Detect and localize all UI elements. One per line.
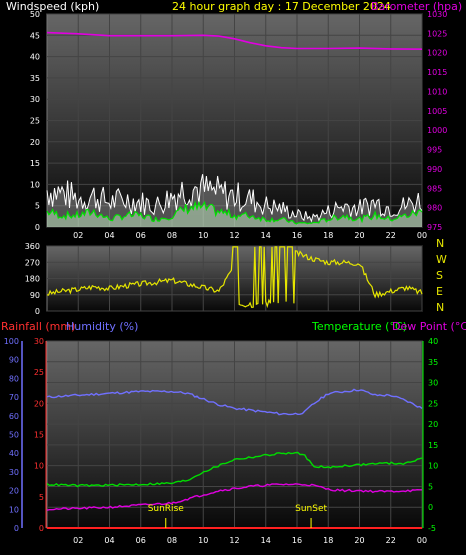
x-tick-label: 14 xyxy=(261,536,271,545)
wind-tick-label: 25 xyxy=(30,117,40,126)
x-tick-label: 12 xyxy=(229,536,239,545)
direction-tick-label: 270 xyxy=(25,258,40,267)
rainfall-tick-label: 20 xyxy=(34,399,44,408)
compass-label: N xyxy=(436,237,444,250)
barometer-tick-label: 1025 xyxy=(427,29,447,38)
barometer-axis-title: Barometer (hpa) xyxy=(371,0,462,13)
barometer-tick-label: 1010 xyxy=(427,87,447,96)
temperature-tick-label: 35 xyxy=(428,358,438,367)
temperature-tick-label: 10 xyxy=(428,462,438,471)
rainfall-tick-label: 25 xyxy=(34,368,44,377)
direction-tick-label: 360 xyxy=(25,242,40,251)
barometer-tick-label: 1020 xyxy=(427,49,447,58)
x-tick-label: 20 xyxy=(354,536,364,545)
wind-tick-label: 30 xyxy=(30,95,40,104)
barometer-tick-label: 980 xyxy=(427,204,442,213)
x-tick-label: 02 xyxy=(73,536,83,545)
humidity-tick-label: 50 xyxy=(9,431,19,440)
wind-tick-label: 20 xyxy=(30,138,40,147)
direction-tick-label: 0 xyxy=(35,307,40,316)
x-tick-label: 22 xyxy=(386,231,396,240)
x-tick-label: 10 xyxy=(198,231,208,240)
compass-label: E xyxy=(436,285,443,298)
temperature-tick-label: -5 xyxy=(428,524,436,533)
humidity-axis-title: Humidity (%) xyxy=(66,320,138,333)
temperature-tick-label: 15 xyxy=(428,441,438,450)
barometer-tick-label: 1005 xyxy=(427,107,447,116)
barometer-tick-label: 985 xyxy=(427,184,442,193)
x-tick-label: 00 xyxy=(417,536,427,545)
x-tick-label: 06 xyxy=(136,536,146,545)
humidity-tick-label: 90 xyxy=(9,356,19,365)
wind-tick-label: 0 xyxy=(35,223,40,232)
x-tick-label: 20 xyxy=(354,231,364,240)
wind-tick-label: 50 xyxy=(30,10,40,19)
humidity-tick-label: 20 xyxy=(9,487,19,496)
direction-tick-label: 180 xyxy=(25,275,40,284)
rainfall-tick-label: 15 xyxy=(34,431,44,440)
weather-24h-chart: Windspeed (kph) 24 hour graph day : 17 D… xyxy=(1,0,466,545)
barometer-tick-label: 990 xyxy=(427,165,442,174)
wind-tick-label: 5 xyxy=(35,202,40,211)
compass-label: N xyxy=(436,301,444,314)
barometer-tick-label: 1030 xyxy=(427,10,447,19)
rainfall-tick-label: 5 xyxy=(39,493,44,502)
rainfall-axis-title: Rainfall (mm) xyxy=(1,320,75,333)
chart-title: 24 hour graph day : 17 December 2024 xyxy=(172,0,391,13)
humidity-tick-label: 70 xyxy=(9,393,19,402)
x-tick-label: 14 xyxy=(261,231,271,240)
wind-tick-label: 35 xyxy=(30,74,40,83)
temperature-tick-label: 30 xyxy=(428,379,438,388)
barometer-tick-label: 975 xyxy=(427,223,442,232)
x-tick-label: 00 xyxy=(417,231,427,240)
direction-tick-label: 90 xyxy=(30,291,40,300)
humidity-tick-label: 0 xyxy=(14,524,19,533)
x-tick-label: 22 xyxy=(386,536,396,545)
temperature-tick-label: 0 xyxy=(428,503,433,512)
rainfall-tick-label: 30 xyxy=(34,337,44,346)
barometer-tick-label: 1015 xyxy=(427,68,447,77)
rainfall-tick-label: 0 xyxy=(39,524,44,533)
x-tick-label: 10 xyxy=(198,536,208,545)
x-tick-label: 16 xyxy=(292,536,302,545)
wind-tick-label: 15 xyxy=(30,159,40,168)
x-tick-label: 02 xyxy=(73,231,83,240)
x-tick-label: 16 xyxy=(292,231,302,240)
x-tick-label: 08 xyxy=(167,536,177,545)
humidity-tick-label: 60 xyxy=(9,412,19,421)
dewpoint-axis-title: Dew Point (°C) xyxy=(392,320,466,333)
humidity-tick-label: 100 xyxy=(4,337,19,346)
wind-tick-label: 45 xyxy=(30,31,40,40)
temperature-tick-label: 5 xyxy=(428,482,433,491)
x-tick-label: 18 xyxy=(323,536,333,545)
compass-label: W xyxy=(436,253,447,266)
wind-tick-label: 10 xyxy=(30,180,40,189)
windspeed-axis-title: Windspeed (kph) xyxy=(6,0,99,13)
humidity-tick-label: 80 xyxy=(9,374,19,383)
x-tick-label: 04 xyxy=(104,536,114,545)
wind-tick-label: 40 xyxy=(30,53,40,62)
x-tick-label: 06 xyxy=(136,231,146,240)
compass-label: S xyxy=(436,269,443,282)
barometer-tick-label: 1000 xyxy=(427,126,447,135)
temperature-tick-label: 40 xyxy=(428,337,438,346)
x-tick-label: 04 xyxy=(104,231,114,240)
x-tick-label: 12 xyxy=(229,231,239,240)
sunrise-label: SunRise xyxy=(148,504,185,514)
temperature-tick-label: 25 xyxy=(428,399,438,408)
rainfall-tick-label: 10 xyxy=(34,462,44,471)
sunset-label: SunSet xyxy=(295,504,327,514)
temperature-tick-label: 20 xyxy=(428,420,438,429)
x-tick-label: 08 xyxy=(167,231,177,240)
x-tick-label: 18 xyxy=(323,231,333,240)
barometer-tick-label: 995 xyxy=(427,146,442,155)
humidity-tick-label: 40 xyxy=(9,449,19,458)
humidity-tick-label: 10 xyxy=(9,505,19,514)
weather-graph-page: Windspeed (kph) 24 hour graph day : 17 D… xyxy=(0,0,466,555)
humidity-tick-label: 30 xyxy=(9,468,19,477)
